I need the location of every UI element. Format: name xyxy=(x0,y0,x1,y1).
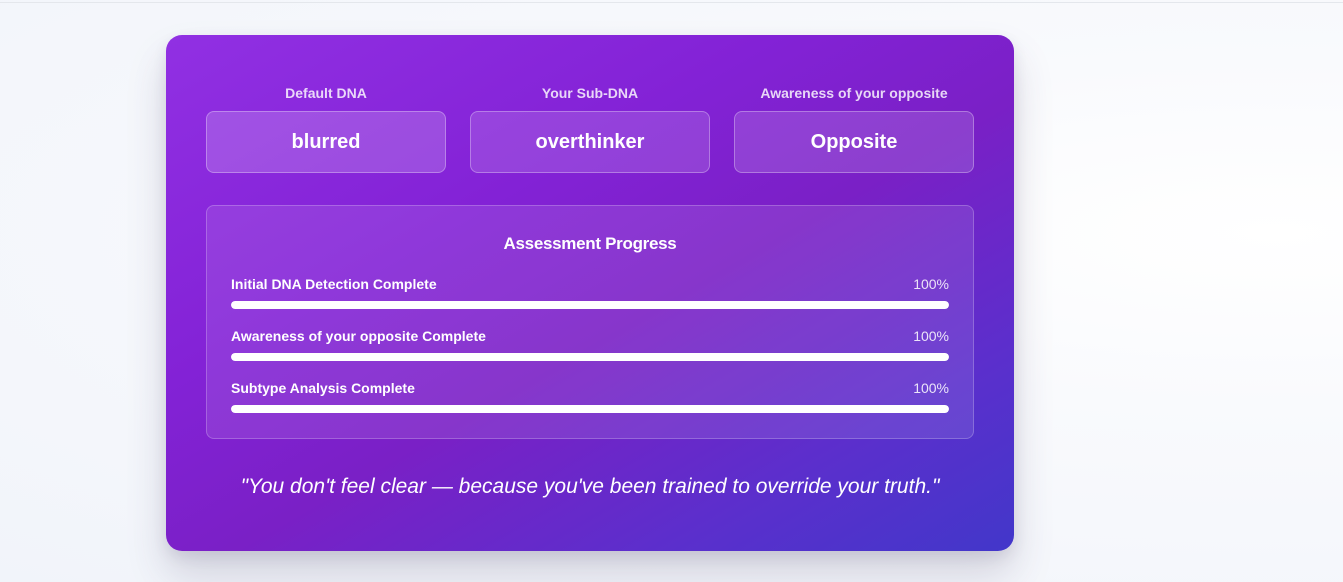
opposite-label: Awareness of your opposite xyxy=(760,85,948,101)
sub-dna-value: overthinker xyxy=(535,130,645,153)
dna-default-column: Default DNA blurred xyxy=(206,85,446,173)
progress-bar-fill xyxy=(231,405,949,413)
progress-bar-fill xyxy=(231,301,949,309)
progress-item-percent: 100% xyxy=(913,328,949,344)
top-divider xyxy=(0,2,1343,3)
progress-item-label: Initial DNA Detection Complete xyxy=(231,276,437,292)
progress-item-percent: 100% xyxy=(913,276,949,292)
progress-item: Subtype Analysis Complete 100% xyxy=(231,380,949,413)
progress-item: Awareness of your opposite Complete 100% xyxy=(231,328,949,361)
progress-bar-fill xyxy=(231,353,949,361)
dna-opposite-column: Awareness of your opposite Opposite xyxy=(734,85,974,173)
dna-sub-column: Your Sub-DNA overthinker xyxy=(470,85,710,173)
default-dna-label: Default DNA xyxy=(285,85,367,101)
default-dna-value-box: blurred xyxy=(206,111,446,173)
progress-item-label: Awareness of your opposite Complete xyxy=(231,328,486,344)
sub-dna-label: Your Sub-DNA xyxy=(541,85,639,101)
quote-text: "You don't feel clear — because you've b… xyxy=(240,475,940,498)
progress-bar-track xyxy=(231,301,949,309)
opposite-value: Opposite xyxy=(810,130,898,153)
progress-bar-track xyxy=(231,353,949,361)
default-dna-value: blurred xyxy=(291,130,361,153)
progress-item-percent: 100% xyxy=(913,380,949,396)
progress-item: Initial DNA Detection Complete 100% xyxy=(231,276,949,309)
opposite-value-box: Opposite xyxy=(734,111,974,173)
progress-title: Assessment Progress xyxy=(503,234,677,253)
sub-dna-value-box: overthinker xyxy=(470,111,710,173)
progress-item-label: Subtype Analysis Complete xyxy=(231,380,415,396)
assessment-progress-panel: Assessment Progress Initial DNA Detectio… xyxy=(206,205,974,439)
progress-bar-track xyxy=(231,405,949,413)
dna-result-card: Default DNA blurred Your Sub-DNA overthi… xyxy=(166,35,1014,551)
